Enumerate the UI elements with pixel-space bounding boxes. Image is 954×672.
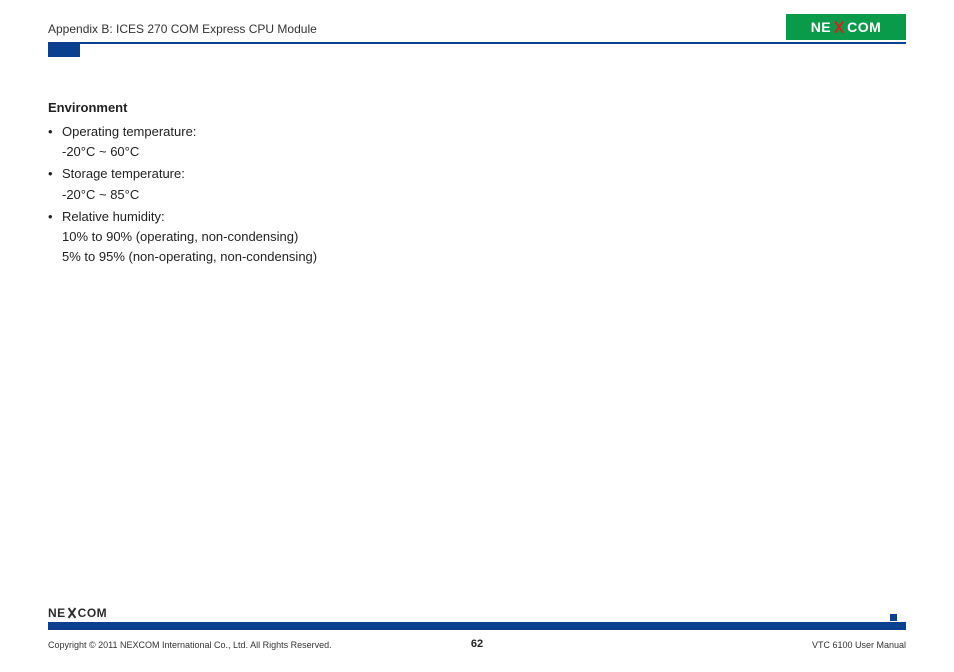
brand-x-icon [832,20,846,34]
list-item: Relative humidity: 10% to 90% (operating… [48,207,548,267]
brand-logo-pre: NE [811,19,831,35]
footer-doc-title: VTC 6100 User Manual [812,640,906,650]
spec-value: 5% to 95% (non-operating, non-condensing… [62,247,548,267]
brand-logo-post: COM [847,19,881,35]
header-rule [80,42,906,44]
footer-page-number: 62 [0,638,954,650]
page: Appendix B: ICES 270 COM Express CPU Mod… [0,0,954,672]
header-tab [48,42,80,57]
section-heading: Environment [48,98,548,118]
footer-brand-post: COM [78,606,108,620]
spec-label: Relative humidity: [62,209,165,224]
footer-rule [48,622,906,630]
list-item: Storage temperature: -20°C ~ 85°C [48,164,548,204]
list-item: Operating temperature: -20°C ~ 60°C [48,122,548,162]
spec-list: Operating temperature: -20°C ~ 60°C Stor… [48,122,548,267]
spec-value: -20°C ~ 60°C [62,142,548,162]
content-block: Environment Operating temperature: -20°C… [48,98,548,269]
brand-logo: NE COM [786,14,906,40]
footer-x-icon [67,608,77,618]
footer-brand-pre: NE [48,606,66,620]
footer-corner-mark [890,614,906,630]
footer-brand-logo: NE COM [48,606,107,620]
spec-label: Operating temperature: [62,124,196,139]
spec-value: -20°C ~ 85°C [62,185,548,205]
spec-label: Storage temperature: [62,166,185,181]
spec-value: 10% to 90% (operating, non-condensing) [62,227,548,247]
header-title: Appendix B: ICES 270 COM Express CPU Mod… [48,22,317,36]
